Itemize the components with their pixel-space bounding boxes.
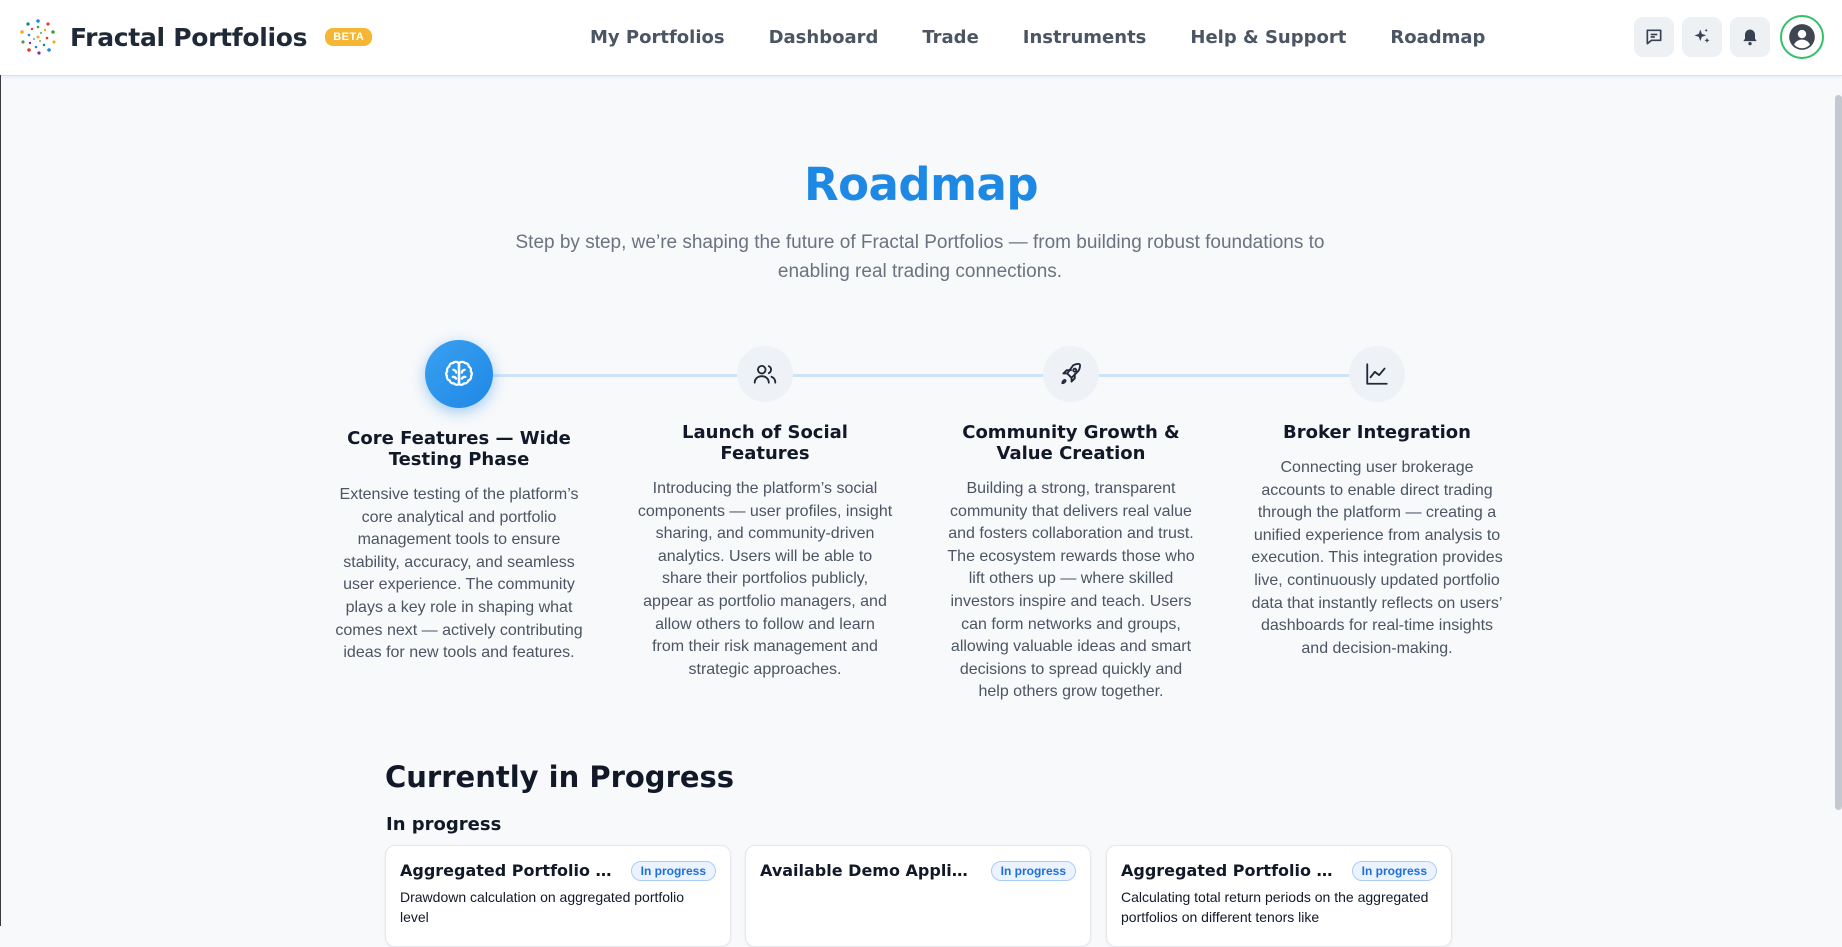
step-marker — [737, 346, 793, 402]
nav-trade[interactable]: Trade — [922, 27, 978, 48]
progress-card[interactable]: Aggregated Portfolio Total Return In pro… — [1106, 845, 1452, 947]
step-marker — [425, 340, 493, 408]
step-title: Core Features — Wide Testing Phase — [347, 428, 571, 470]
timeline-connector — [460, 374, 1378, 377]
fractal-logo-icon — [20, 19, 56, 55]
beta-badge: BETA — [325, 28, 373, 46]
card-title: Aggregated Portfolio Total Return — [1121, 861, 1333, 880]
card-description: Drawdown calculation on aggregated portf… — [400, 889, 685, 925]
users-icon — [753, 364, 777, 384]
step-marker — [1349, 346, 1405, 402]
top-navigation-bar: Fractal Portfolios BETA My Portfolios Da… — [0, 0, 1842, 76]
chat-icon — [1646, 29, 1662, 45]
step-title: Community Growth & Value Creation — [962, 422, 1180, 464]
roadmap-step-community-growth: Community Growth & Value Creation Buildi… — [943, 340, 1199, 704]
card-title: Available Demo Applications — [760, 861, 972, 880]
progress-card[interactable]: Available Demo Applications In progress — [745, 845, 1091, 947]
brain-icon — [445, 360, 473, 386]
status-badge: In progress — [630, 861, 716, 881]
nav-my-portfolios[interactable]: My Portfolios — [590, 27, 725, 48]
main-nav: My Portfolios Dashboard Trade Instrument… — [590, 0, 1485, 75]
sparkles-icon — [1694, 28, 1710, 43]
roadmap-step-social-features: Launch of Social Features Introducing th… — [637, 340, 893, 681]
nav-dashboard[interactable]: Dashboard — [769, 27, 879, 48]
bell-icon — [1743, 29, 1757, 46]
rocket-icon — [1061, 362, 1081, 385]
header-tools — [1626, 15, 1824, 59]
progress-card[interactable]: Aggregated Portfolio Drawdown In progres… — [385, 845, 731, 947]
brand-name: Fractal Portfolios — [70, 22, 308, 52]
step-description: Extensive testing of the platform’s core… — [335, 486, 583, 662]
line-chart-icon — [1366, 363, 1388, 385]
step-title: Broker Integration — [1283, 422, 1471, 443]
step-description: Connecting user brokerage accounts to en… — [1251, 459, 1503, 657]
nav-roadmap[interactable]: Roadmap — [1390, 27, 1485, 48]
ai-assistant-button[interactable] — [1682, 17, 1722, 57]
brand[interactable]: Fractal Portfolios BETA — [18, 17, 373, 57]
status-badge: In progress — [1351, 861, 1437, 881]
step-title: Launch of Social Features — [682, 422, 848, 464]
nav-instruments[interactable]: Instruments — [1023, 27, 1147, 48]
step-description: Building a strong, transparent community… — [947, 480, 1195, 701]
page-subtitle: Step by step, we’re shaping the future o… — [515, 232, 1325, 282]
roadmap-step-broker-integration: Broker Integration Connecting user broke… — [1249, 340, 1505, 660]
user-icon — [1789, 24, 1815, 50]
feedback-button[interactable] — [1634, 17, 1674, 57]
step-marker — [1043, 346, 1099, 402]
card-description: Calculating total return periods on the … — [1121, 889, 1429, 925]
roadmap-step-core-features: Core Features — Wide Testing Phase Exten… — [331, 340, 587, 665]
notifications-button[interactable] — [1730, 17, 1770, 57]
step-description: Introducing the platform’s social compon… — [637, 480, 893, 678]
nav-help-support[interactable]: Help & Support — [1190, 27, 1346, 48]
card-title: Aggregated Portfolio Drawdown — [400, 861, 612, 880]
status-group-heading: In progress — [386, 814, 502, 835]
user-avatar-button[interactable] — [1780, 15, 1824, 59]
page-title: Roadmap — [803, 158, 1039, 211]
section-heading-in-progress: Currently in Progress — [385, 760, 735, 794]
status-badge: In progress — [990, 861, 1076, 881]
